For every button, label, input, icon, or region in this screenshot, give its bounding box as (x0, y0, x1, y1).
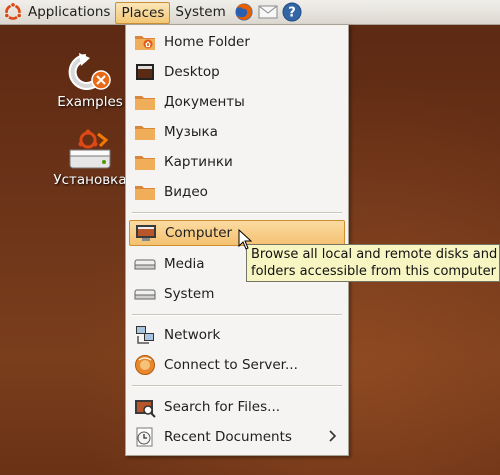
menu-item-connect-to-server[interactable]: Connect to Server... (129, 352, 345, 378)
menu-item-label: Recent Documents (164, 429, 292, 445)
tooltip-line-2: folders accessible from this computer (251, 264, 496, 279)
menu-item-desktop[interactable]: Desktop (129, 59, 345, 85)
menu-item-videos[interactable]: Видео (129, 179, 345, 205)
computer-tooltip: Browse all local and remote disks and fo… (246, 244, 500, 282)
folder-icon (135, 186, 155, 200)
drive-icon (134, 259, 156, 270)
menu-separator (132, 314, 342, 316)
mouse-cursor-icon (238, 229, 252, 250)
top-panel: Applications Places System ? (0, 0, 500, 25)
menu-item-label: Документы (164, 94, 245, 110)
drive-icon (134, 289, 156, 300)
menu-item-label: Home Folder (164, 34, 250, 50)
places-menu[interactable]: Places (115, 1, 171, 24)
desktop-examples-label: Examples (57, 94, 123, 110)
menu-separator (132, 385, 342, 387)
installer-icon (69, 129, 111, 169)
menu-separator (132, 212, 342, 214)
menu-item-label: Музыка (164, 124, 218, 140)
menu-item-label: System (164, 286, 215, 302)
folder-icon (135, 96, 155, 110)
computer-icon (136, 225, 156, 241)
places-dropdown-menu: Home Folder Desktop Документы Музыка Кар… (125, 24, 349, 456)
help-icon[interactable]: ? (281, 1, 303, 23)
recent-documents-icon (136, 427, 153, 447)
menu-item-network[interactable]: Network (129, 322, 345, 348)
desktop-installer[interactable]: Установка (50, 128, 130, 188)
firefox-icon[interactable] (233, 1, 255, 23)
menu-item-label: Картинки (164, 154, 233, 170)
folder-icon (135, 126, 155, 140)
mail-icon[interactable] (257, 1, 279, 23)
menu-item-search-for-files[interactable]: Search for Files... (129, 394, 345, 420)
desktop-icon (136, 64, 154, 80)
menu-item-label: Видео (164, 184, 208, 200)
desktop-installer-label: Установка (53, 172, 127, 188)
home-folder-icon (135, 36, 155, 50)
folder-icon (135, 156, 155, 170)
menu-item-home-folder[interactable]: Home Folder (129, 29, 345, 55)
menu-item-computer[interactable]: Computer (129, 220, 345, 246)
menu-item-music[interactable]: Музыка (129, 119, 345, 145)
menu-item-label: Desktop (164, 64, 220, 80)
examples-icon (68, 53, 111, 90)
menu-item-label: Connect to Server... (164, 357, 298, 373)
ubuntu-logo-icon[interactable] (3, 2, 23, 22)
menu-item-pictures[interactable]: Картинки (129, 149, 345, 175)
menu-item-label: Computer (165, 225, 233, 241)
applications-menu[interactable]: Applications (23, 0, 115, 24)
network-icon (136, 326, 154, 344)
search-files-icon (135, 400, 156, 418)
connect-server-icon (135, 355, 155, 375)
submenu-arrow-icon (329, 430, 337, 442)
system-menu[interactable]: System (170, 0, 230, 24)
menu-item-system[interactable]: System (129, 281, 345, 307)
menu-item-label: Media (164, 256, 205, 272)
menu-item-label: Network (164, 327, 221, 343)
svg-text:?: ? (288, 6, 296, 21)
tooltip-line-1: Browse all local and remote disks and (251, 247, 498, 262)
desktop-examples[interactable]: Examples (52, 50, 128, 110)
menu-item-documents[interactable]: Документы (129, 89, 345, 115)
menu-item-label: Search for Files... (164, 399, 281, 415)
menu-item-recent-documents[interactable]: Recent Documents (129, 424, 345, 450)
